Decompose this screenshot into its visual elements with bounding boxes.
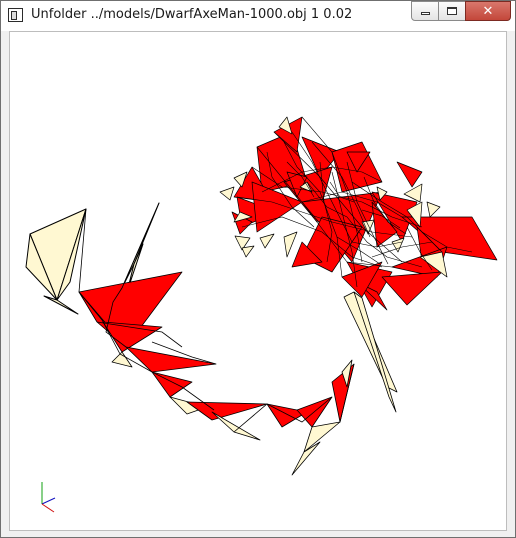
3d-viewport[interactable] [9, 31, 507, 531]
z-axis-line [41, 497, 56, 505]
caption-buttons: ✕ [411, 1, 511, 23]
mesh-strip-middle [78, 271, 355, 476]
x-axis-line [41, 503, 55, 513]
app-window: Unfolder ../models/DwarfAxeMan-1000.obj … [0, 0, 516, 538]
title-bar[interactable]: Unfolder ../models/DwarfAxeMan-1000.obj … [1, 1, 515, 31]
maximize-button[interactable] [438, 1, 466, 21]
close-icon: ✕ [482, 3, 494, 19]
maximize-icon [447, 7, 457, 15]
minimize-icon [420, 12, 430, 15]
close-button[interactable]: ✕ [465, 1, 511, 21]
mesh-cluster-body [231, 116, 498, 311]
app-icon[interactable] [8, 8, 23, 22]
minimize-button[interactable] [411, 1, 439, 21]
unfolded-mesh-canvas[interactable] [10, 32, 506, 530]
axis-gizmo [41, 482, 56, 513]
mesh-strip-tail [343, 291, 398, 413]
window-title: Unfolder ../models/DwarfAxeMan-1000.obj … [31, 7, 353, 22]
